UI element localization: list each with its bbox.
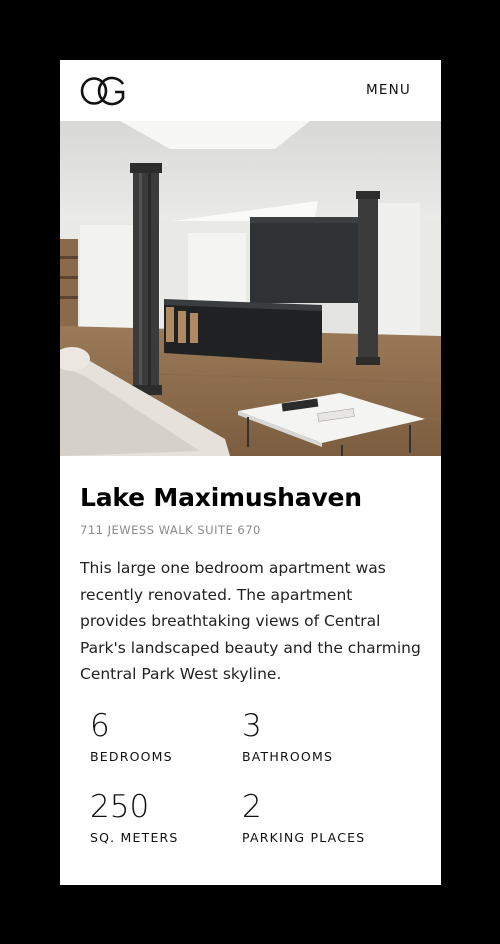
stat-label: BATHROOMS [242, 749, 334, 764]
listing-details: Lake Maximushaven 711 JEWESS WALK SUITE … [80, 456, 421, 688]
stat-value: 3 [242, 708, 262, 744]
listing-title: Lake Maximushaven [80, 483, 362, 512]
listing-address: 711 JEWESS WALK SUITE 670 [80, 523, 261, 537]
stat-parking-places: 2 PARKING PLACES [242, 789, 392, 845]
top-bar: MENU [60, 60, 441, 121]
stat-sq-meters: 250 SQ. METERS [90, 789, 240, 845]
stat-value: 6 [90, 708, 110, 744]
stat-label: PARKING PLACES [242, 830, 366, 845]
hero-photo [60, 121, 441, 456]
listing-description: This large one bedroom apartment was rec… [80, 559, 421, 683]
stat-label: SQ. METERS [90, 830, 179, 845]
stat-value: 2 [242, 789, 262, 825]
menu-button[interactable]: MENU [366, 82, 411, 98]
oc-monogram-logo-icon[interactable] [80, 76, 126, 106]
stats-grid: 6 BEDROOMS 3 BATHROOMS 250 SQ. METERS 2 … [90, 708, 420, 858]
listing-card: MENU Lake Maximushaven 711 JEWESS WALK S… [60, 60, 441, 885]
stat-bedrooms: 6 BEDROOMS [90, 708, 240, 764]
stat-value: 250 [90, 789, 150, 825]
stat-label: BEDROOMS [90, 749, 173, 764]
stat-bathrooms: 3 BATHROOMS [242, 708, 392, 764]
